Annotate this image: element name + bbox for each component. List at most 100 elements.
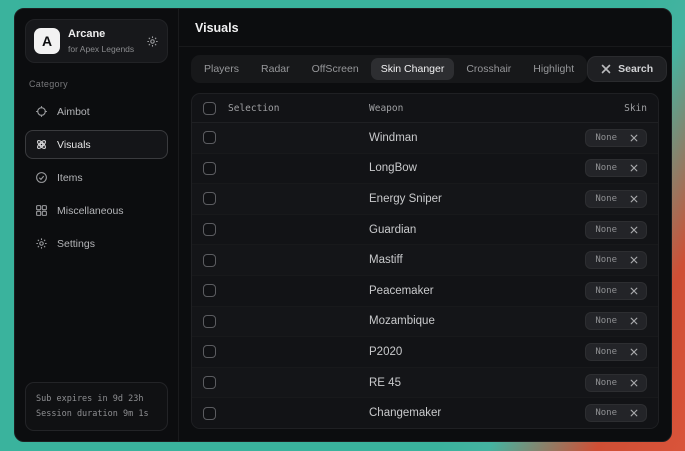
table-row: Mastiff None — [192, 244, 658, 275]
sidebar-item-settings[interactable]: Settings — [25, 229, 168, 258]
weapon-name: Peacemaker — [369, 285, 576, 297]
table-row: RE 45 None — [192, 367, 658, 398]
weapon-name: LongBow — [369, 162, 576, 174]
sub-expires-text: Sub expires in 9d 23h — [36, 392, 157, 406]
clear-skin-x-icon[interactable] — [626, 406, 646, 420]
skin-select-badge[interactable]: None — [585, 374, 647, 392]
skin-value: None — [586, 283, 626, 299]
skin-select-badge[interactable]: None — [585, 404, 647, 422]
subscription-info-card: Sub expires in 9d 23h Session duration 9… — [25, 382, 168, 431]
weapon-name: Changemaker — [369, 407, 576, 419]
row-checkbox[interactable] — [203, 223, 216, 236]
skin-select-badge[interactable]: None — [585, 343, 647, 361]
weapon-name: Energy Sniper — [369, 193, 576, 205]
x-icon — [601, 64, 611, 74]
table-body: WindmanNoneLongBowNoneEnergy SniperNoneG… — [192, 123, 658, 428]
settings-gear-icon[interactable] — [146, 35, 159, 48]
skin-select-badge[interactable]: None — [585, 312, 647, 330]
app-window: A Arcane for Apex Legends Category Aimbo… — [14, 8, 672, 442]
gear-icon — [35, 237, 48, 250]
skin-value: None — [586, 313, 626, 329]
clear-skin-x-icon[interactable] — [626, 223, 646, 237]
main-header: Visuals — [179, 9, 671, 47]
weapon-name: Guardian — [369, 224, 576, 236]
select-all-checkbox[interactable] — [203, 102, 216, 115]
row-checkbox[interactable] — [203, 284, 216, 297]
row-checkbox[interactable] — [203, 192, 216, 205]
row-checkbox[interactable] — [203, 315, 216, 328]
skin-select-badge[interactable]: None — [585, 190, 647, 208]
tab-crosshair[interactable]: Crosshair — [456, 58, 521, 80]
skin-value: None — [586, 130, 626, 146]
clear-skin-x-icon[interactable] — [626, 345, 646, 359]
app-name: Arcane — [68, 28, 138, 42]
row-checkbox[interactable] — [203, 407, 216, 420]
table-row: Guardian None — [192, 214, 658, 245]
skin-select-badge[interactable]: None — [585, 159, 647, 177]
page-title: Visuals — [195, 21, 655, 35]
weapon-column-header: Weapon — [369, 103, 615, 114]
clear-skin-x-icon[interactable] — [626, 192, 646, 206]
sidebar-item-label: Settings — [57, 238, 95, 250]
skin-column-header: Skin — [624, 103, 647, 114]
table-row: Windman None — [192, 123, 658, 153]
skin-value: None — [586, 191, 626, 207]
table-row: Energy Sniper None — [192, 183, 658, 214]
tab-radar[interactable]: Radar — [251, 58, 300, 80]
search-button-label: Search — [618, 63, 653, 75]
skin-value: None — [586, 160, 626, 176]
weapon-name: P2020 — [369, 346, 576, 358]
row-checkbox[interactable] — [203, 131, 216, 144]
session-duration-text: Session duration 9m 1s — [36, 407, 157, 421]
crosshair-icon — [35, 105, 48, 118]
main-panel: Visuals PlayersRadarOffScreenSkin Change… — [179, 9, 671, 441]
skin-select-badge[interactable]: None — [585, 251, 647, 269]
tab-highlight[interactable]: Highlight — [523, 58, 584, 80]
weapon-name: RE 45 — [369, 377, 576, 389]
weapon-name: Windman — [369, 132, 576, 144]
sidebar-item-visuals[interactable]: Visuals — [25, 130, 168, 159]
clear-skin-x-icon[interactable] — [626, 376, 646, 390]
skin-table: Selection Weapon Skin Windman None LongBow… — [191, 93, 659, 429]
row-checkbox[interactable] — [203, 254, 216, 267]
tab-skin-changer[interactable]: Skin Changer — [371, 58, 455, 80]
tab-offscreen[interactable]: OffScreen — [302, 58, 369, 80]
clear-skin-x-icon[interactable] — [626, 131, 646, 145]
row-checkbox[interactable] — [203, 162, 216, 175]
app-subtitle: for Apex Legends — [68, 44, 138, 55]
skin-value: None — [586, 375, 626, 391]
weapon-name: Mozambique — [369, 315, 576, 327]
tab-players[interactable]: Players — [194, 58, 249, 80]
row-checkbox[interactable] — [203, 345, 216, 358]
table-row: Mozambique None — [192, 306, 658, 337]
app-logo: A — [34, 28, 60, 54]
table-header-row: Selection Weapon Skin — [192, 94, 658, 123]
brand-text: Arcane for Apex Legends — [68, 28, 138, 54]
skin-select-badge[interactable]: None — [585, 221, 647, 239]
weapon-name: Mastiff — [369, 254, 576, 266]
sidebar-item-label: Visuals — [57, 139, 91, 151]
row-checkbox[interactable] — [203, 376, 216, 389]
table-row: Changemaker None — [192, 397, 658, 428]
clear-skin-x-icon[interactable] — [626, 314, 646, 328]
skin-value: None — [586, 222, 626, 238]
table-row: P2020 None — [192, 336, 658, 367]
skin-select-badge[interactable]: None — [585, 282, 647, 300]
clear-skin-x-icon[interactable] — [626, 253, 646, 267]
skin-value: None — [586, 405, 626, 421]
table-row: Peacemaker None — [192, 275, 658, 306]
selection-column-header: Selection — [228, 103, 360, 114]
sidebar-item-aimbot[interactable]: Aimbot — [25, 97, 168, 126]
clear-skin-x-icon[interactable] — [626, 284, 646, 298]
tab-bar: PlayersRadarOffScreenSkin ChangerCrossha… — [191, 55, 587, 83]
search-button[interactable]: Search — [587, 56, 667, 82]
atom-icon — [35, 138, 48, 151]
sidebar-item-items[interactable]: Items — [25, 163, 168, 192]
brand-card: A Arcane for Apex Legends — [25, 19, 168, 63]
category-label: Category — [29, 79, 164, 89]
sidebar: A Arcane for Apex Legends Category Aimbo… — [15, 9, 179, 441]
sidebar-item-miscellaneous[interactable]: Miscellaneous — [25, 196, 168, 225]
skin-select-badge[interactable]: None — [585, 129, 647, 147]
clear-skin-x-icon[interactable] — [626, 161, 646, 175]
grid-icon — [35, 204, 48, 217]
